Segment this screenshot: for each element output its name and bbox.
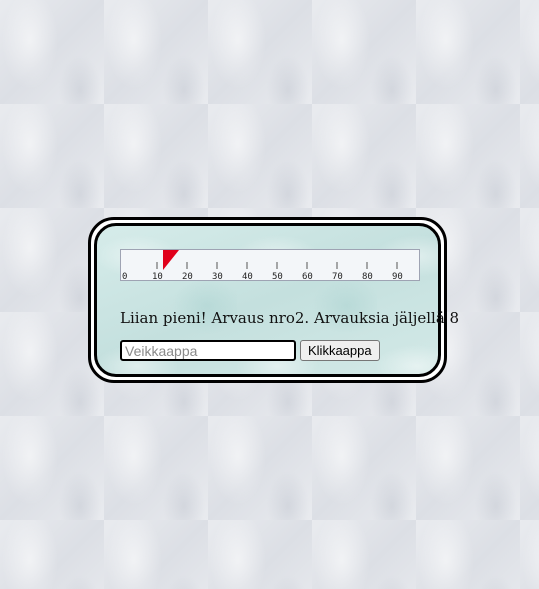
ruler-label: 80 <box>362 272 373 280</box>
guess-input[interactable] <box>120 340 296 361</box>
ruler-label: 90 <box>392 272 403 280</box>
game-panel: 0 10 20 30 40 50 60 70 80 90 Liian pieni! Arvaus … <box>88 217 459 383</box>
ruler-label: 50 <box>272 272 283 280</box>
number-ruler-graphic: 0 10 20 30 40 50 60 70 80 90 <box>122 250 403 280</box>
status-message: Liian pieni! Arvaus nro2. Arvauksia jälj… <box>120 309 460 327</box>
ruler-label: 20 <box>182 272 193 280</box>
guess-form: Klikkaappa <box>120 340 380 361</box>
ruler-label: 70 <box>332 272 343 280</box>
ruler-label: 60 <box>302 272 313 280</box>
ruler-label: 0 <box>122 272 127 280</box>
ruler-label: 40 <box>242 272 253 280</box>
ruler-label: 30 <box>212 272 223 280</box>
game-panel-inner: 0 10 20 30 40 50 60 70 80 90 Liian pieni! Arvaus … <box>94 223 459 377</box>
ruler-label: 10 <box>152 272 163 280</box>
number-ruler: 0 10 20 30 40 50 60 70 80 90 <box>120 249 420 281</box>
submit-guess-button[interactable]: Klikkaappa <box>300 340 380 361</box>
guess-marker-flag <box>163 250 179 270</box>
